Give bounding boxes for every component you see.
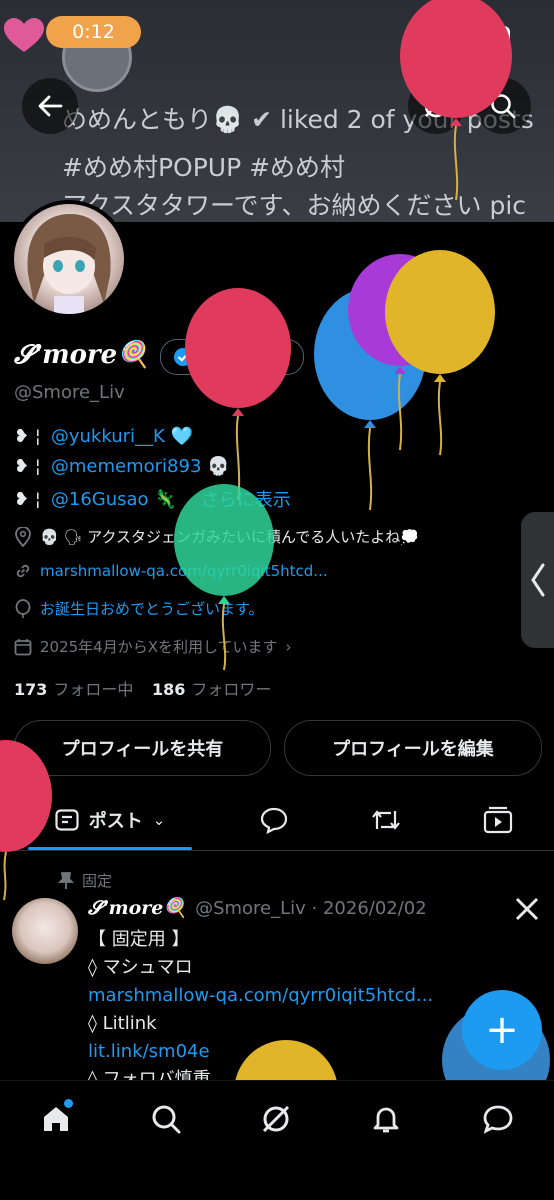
balloon-blue [314,288,426,511]
tabs-divider [0,850,554,851]
bio-line-1: ❥ ¦ @yukkuri__K 🩵 [14,426,193,447]
bio-line-2: ❥ ¦ @mememori893 💀 [14,456,230,477]
heart-icon [4,18,44,52]
repost-icon [372,810,400,830]
edit-profile-button[interactable]: プロフィールを編集 [284,720,542,776]
post-header: 𝓢'more🍭 @Smore_Liv · 2026/02/02 [88,896,427,919]
bell-icon [373,1107,399,1133]
website-row: marshmallow-qa.com/qyrr0iqit5htcd... [14,562,328,580]
balloon-icon [15,598,31,618]
banner-text-line2: #めめ村POPUP #めめ村 [62,153,346,182]
chevron-right-icon: › [285,637,292,656]
joined-text: 2025年4月からXを利用しています [40,638,278,656]
post-link-marshmallow[interactable]: marshmallow-qa.com/qyrr0iqit5htcd... [88,982,433,1010]
grok-icon [424,94,448,118]
joined-row[interactable]: 2025年4月からXを利用しています › [14,636,292,657]
profile-handle: @Smore_Liv [14,382,125,403]
bio-mention-mememori[interactable]: @mememori893 💀 [51,456,230,477]
wifi-icon [442,25,470,45]
battery-indicator: 76 [476,26,510,46]
side-panel-handle[interactable] [521,512,554,648]
location-row: 💀 🗣 アクスタジェンガみたいに積んでる人いたよね💭 [14,526,419,547]
bottom-navigation [0,1080,554,1200]
chevron-down-icon: ⌄ [152,811,166,829]
post-handle-date: @Smore_Liv · 2026/02/02 [195,898,427,919]
following-count-row[interactable]: 173 フォロー中 [14,676,133,700]
followers-label: フォロワー [191,680,272,699]
calendar-icon [14,638,32,655]
post-line-1: 【 固定用 】 [88,929,190,950]
back-button[interactable] [22,78,78,134]
tab-posts[interactable]: ポスト ⌄ [28,800,192,840]
reply-bubble-icon [260,807,288,834]
following-label: フォロー中 [53,680,134,699]
nav-search[interactable] [146,1099,186,1139]
x-logo-icon [515,897,539,921]
profile-avatar[interactable] [10,200,128,318]
arrow-left-icon [38,95,63,117]
grok-button[interactable] [408,78,464,134]
post-body: 【 固定用 】 ◊ マシュマロ marshmallow-qa.com/qyrr0… [88,926,433,1094]
display-name: 𝓢'more🍭 [14,340,150,370]
nav-home[interactable] [36,1099,76,1139]
following-count: 173 [14,680,48,699]
link-icon [16,564,30,578]
followers-count-row[interactable]: 186 フォロワー [152,676,271,700]
bullet-marker: ❥ ¦ [14,456,41,477]
grok-icon [262,1105,290,1133]
tab-media[interactable] [474,800,522,840]
nav-grok[interactable] [256,1099,296,1139]
tab-replies[interactable] [250,800,298,840]
post-link-litlink[interactable]: lit.link/sm04e [88,1038,433,1066]
birthday-row: お誕生日おめでとうございます。 [14,598,264,619]
bullet-marker: ❥ ¦ [14,488,41,510]
bio-mention-gusao[interactable]: @16Gusao 🦎 [51,489,177,510]
birthday-text: お誕生日おめでとうございます。 [40,600,264,618]
notification-dot [64,1099,73,1108]
followers-count: 186 [152,680,186,699]
post-line-3: ◊ Litlink [88,1013,157,1034]
avatar-illustration [27,214,111,314]
post-icon [55,809,79,831]
post-line-2: ◊ マシュマロ [88,957,193,978]
nav-notifications[interactable] [366,1099,406,1139]
search-icon [152,1105,181,1134]
nav-messages[interactable] [478,1099,518,1139]
search-icon [491,94,516,119]
compose-post-button[interactable]: + [462,990,542,1070]
balloon-purple [348,254,452,451]
pin-icon [58,871,74,889]
get-verified-button[interactable]: 認証を受ける [160,339,305,375]
post-author-name[interactable]: 𝓢'more🍭 [88,896,187,919]
chevron-left-icon [530,563,544,597]
chat-bubble-icon [483,1105,513,1134]
verified-badge-icon [174,348,192,366]
search-button[interactable] [475,78,531,134]
bullet-marker: ❥ ¦ [14,426,41,447]
location-pin-icon [15,526,31,547]
recording-time-pill: 0:12 [46,16,141,48]
bio-mention-yukkuri[interactable]: @yukkuri__K 🩵 [51,426,193,447]
bio-line-3: ❥ ¦ @16Gusao 🦎 さらに表示 [14,486,291,512]
plus-icon: + [485,1007,519,1053]
share-profile-button[interactable]: プロフィールを共有 [14,720,271,776]
get-verified-label: 認証を受ける [199,348,290,367]
post-author-avatar[interactable] [12,898,78,964]
website-link[interactable]: marshmallow-qa.com/qyrr0iqit5htcd... [40,562,328,580]
signal-icon [404,26,433,46]
pinned-label-row: 固定 [58,870,112,891]
banner-text-line3: アクスタタワーです、お納めください pic [62,191,527,220]
show-more-link[interactable]: さらに表示 [201,486,291,512]
location-text: 💀 🗣 アクスタジェンガみたいに積んでる人いたよね💭 [40,528,419,546]
tab-reposts[interactable] [362,800,410,840]
tab-posts-label: ポスト [88,811,143,832]
video-icon [483,806,513,834]
pinned-label: 固定 [82,872,113,890]
balloon-yellow [385,250,495,456]
